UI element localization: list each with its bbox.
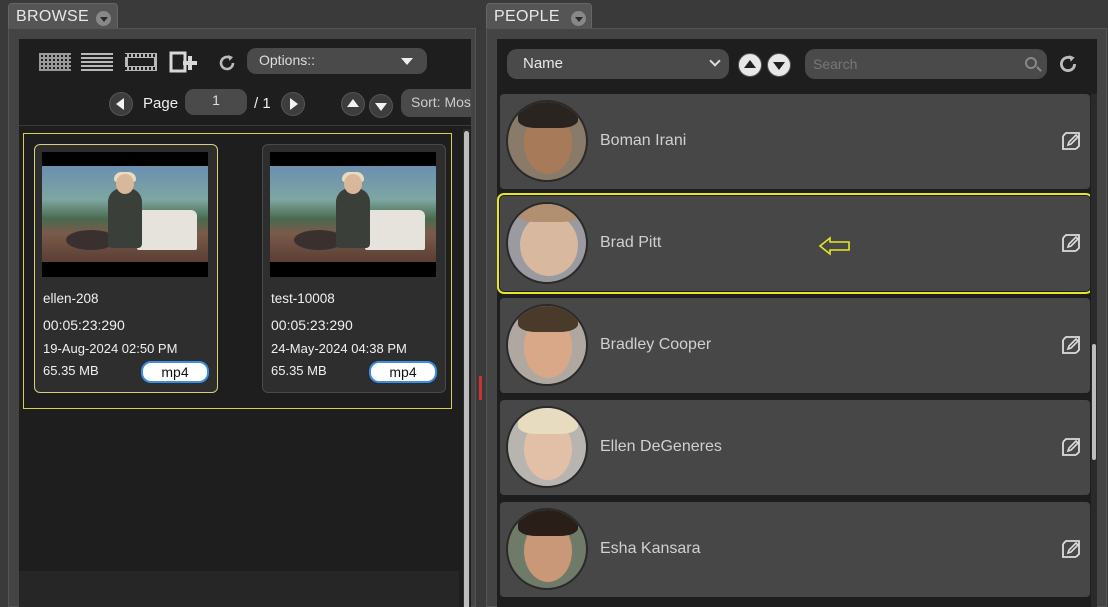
people-scrollbar[interactable] bbox=[1091, 94, 1097, 607]
people-panel: PEOPLE Name Search Boman Irani Brad Pitt… bbox=[486, 0, 1108, 607]
arrow-down-icon bbox=[773, 62, 785, 70]
format-badge: mp4 bbox=[141, 361, 209, 383]
media-date: 24-May-2024 04:38 PM bbox=[271, 341, 407, 356]
page-number-input[interactable]: 1 bbox=[185, 89, 247, 115]
people-sort-ascending-button[interactable] bbox=[738, 53, 762, 77]
edit-icon[interactable] bbox=[1060, 436, 1082, 458]
arrow-left-icon bbox=[818, 236, 850, 256]
people-sort-label: Name bbox=[523, 55, 564, 72]
person-avatar bbox=[506, 100, 588, 182]
options-dropdown[interactable]: Options:: bbox=[247, 48, 427, 74]
people-scrollbar-thumb[interactable] bbox=[1092, 344, 1096, 460]
media-duration: 00:05:23:290 bbox=[271, 317, 353, 333]
browse-scrollbar-thumb[interactable] bbox=[464, 131, 469, 607]
people-tab-label: PEOPLE bbox=[494, 8, 560, 25]
chevron-down-icon bbox=[401, 58, 413, 65]
video-thumbnail[interactable] bbox=[42, 152, 208, 277]
arrow-down-icon bbox=[375, 103, 387, 111]
people-sort-dropdown[interactable]: Name bbox=[507, 49, 729, 79]
page-total: / 1 bbox=[254, 95, 271, 112]
prev-page-button[interactable] bbox=[109, 92, 133, 116]
person-name: Ellen DeGeneres bbox=[600, 438, 722, 455]
toolbar-divider bbox=[19, 125, 471, 126]
filmstrip-view-icon[interactable] bbox=[125, 53, 157, 71]
person-name: Boman Irani bbox=[600, 132, 687, 149]
people-search-input[interactable]: Search bbox=[805, 49, 1047, 79]
search-placeholder: Search bbox=[813, 56, 858, 72]
media-duration: 00:05:23:290 bbox=[43, 317, 125, 333]
people-tab[interactable]: PEOPLE bbox=[486, 3, 592, 29]
browse-scrollbar[interactable] bbox=[463, 129, 470, 607]
person-avatar bbox=[506, 406, 588, 488]
panel-splitter[interactable] bbox=[478, 0, 486, 607]
media-card[interactable]: ellen-208 00:05:23:290 19-Aug-2024 02:50… bbox=[34, 144, 218, 393]
edit-icon[interactable] bbox=[1060, 538, 1082, 560]
person-avatar bbox=[506, 202, 588, 284]
refresh-icon[interactable] bbox=[1057, 53, 1079, 75]
browse-tab[interactable]: BROWSE bbox=[8, 3, 118, 29]
grid-view-icon[interactable] bbox=[39, 53, 71, 71]
browse-panel: BROWSE Options:: Page 1 / 1 Sort: Mos el… bbox=[0, 0, 478, 607]
person-name: Brad Pitt bbox=[600, 234, 662, 251]
browse-content: Options:: Page 1 / 1 Sort: Most Recent bbox=[19, 39, 471, 607]
edit-icon[interactable] bbox=[1060, 130, 1082, 152]
arrow-up-icon bbox=[744, 60, 756, 68]
person-row[interactable]: Brad Pitt bbox=[497, 193, 1090, 294]
person-row[interactable]: Bradley Cooper bbox=[500, 298, 1090, 393]
media-size: 65.35 MB bbox=[43, 363, 99, 378]
list-view-icon[interactable] bbox=[81, 53, 113, 71]
media-card[interactable]: test-10008 00:05:23:290 24-May-2024 04:3… bbox=[262, 144, 446, 393]
person-name: Bradley Cooper bbox=[600, 336, 712, 353]
edit-icon[interactable] bbox=[1060, 334, 1082, 356]
edit-icon[interactable] bbox=[1060, 232, 1082, 254]
people-content: Name Search Boman Irani Brad Pitt Bradle… bbox=[497, 39, 1097, 607]
refresh-icon[interactable] bbox=[217, 53, 237, 73]
media-date: 19-Aug-2024 02:50 PM bbox=[43, 341, 178, 356]
person-name: Esha Kansara bbox=[600, 540, 701, 557]
person-row[interactable]: Boman Irani bbox=[500, 94, 1090, 189]
media-grid: ellen-208 00:05:23:290 19-Aug-2024 02:50… bbox=[23, 133, 452, 409]
splitter-handle[interactable] bbox=[479, 376, 482, 400]
media-name: test-10008 bbox=[271, 291, 335, 306]
arrow-left-icon bbox=[116, 98, 124, 110]
sort-ascending-button[interactable] bbox=[341, 92, 365, 116]
video-thumbnail[interactable] bbox=[270, 152, 436, 277]
chevron-down-icon bbox=[709, 55, 721, 67]
browse-footer bbox=[19, 571, 459, 607]
browse-frame: Options:: Page 1 / 1 Sort: Most Recent bbox=[8, 28, 476, 607]
options-label: Options:: bbox=[259, 52, 316, 68]
sort-descending-button[interactable] bbox=[369, 94, 393, 118]
search-icon[interactable] bbox=[1025, 57, 1037, 69]
page-label: Page bbox=[143, 95, 179, 112]
browse-tab-label: BROWSE bbox=[16, 8, 89, 25]
sort-dropdown[interactable]: Sort: Most Recent bbox=[401, 89, 471, 117]
browse-tab-menu-icon[interactable] bbox=[96, 11, 111, 26]
arrow-up-icon bbox=[347, 99, 359, 107]
people-frame: Name Search Boman Irani Brad Pitt Bradle… bbox=[486, 28, 1107, 607]
people-tab-menu-icon[interactable] bbox=[571, 11, 586, 26]
next-page-button[interactable] bbox=[281, 92, 305, 116]
arrow-right-icon bbox=[290, 98, 298, 110]
person-row[interactable]: Ellen DeGeneres bbox=[500, 400, 1090, 495]
format-badge: mp4 bbox=[369, 361, 437, 383]
add-media-icon[interactable] bbox=[169, 50, 199, 74]
people-list: Boman Irani Brad Pitt Bradley Cooper Ell… bbox=[497, 94, 1090, 607]
person-row[interactable]: Esha Kansara bbox=[500, 502, 1090, 597]
media-size: 65.35 MB bbox=[271, 363, 327, 378]
person-avatar bbox=[506, 304, 588, 386]
people-sort-descending-button[interactable] bbox=[767, 53, 791, 77]
person-avatar bbox=[506, 508, 588, 590]
media-name: ellen-208 bbox=[43, 291, 99, 306]
